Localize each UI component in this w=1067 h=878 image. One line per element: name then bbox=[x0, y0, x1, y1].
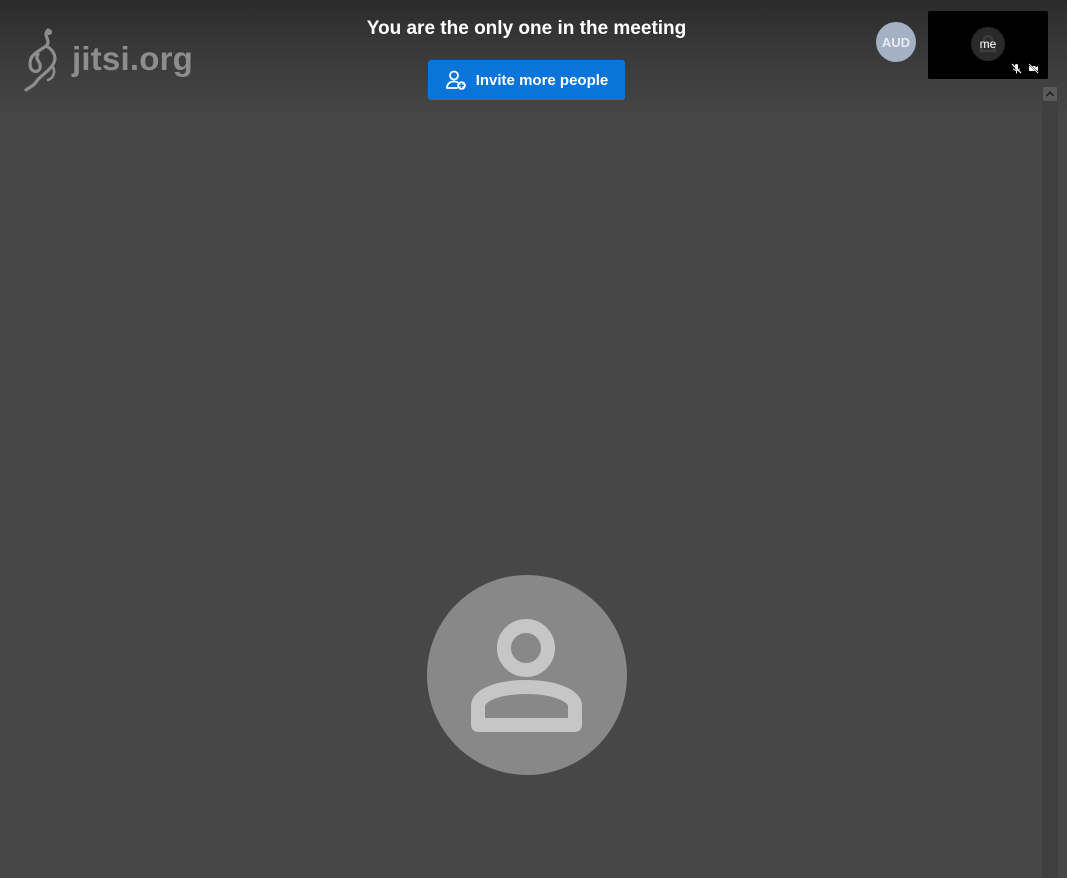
invite-more-people-button[interactable]: Invite more people bbox=[428, 60, 625, 100]
remote-participant-avatar[interactable]: AUD bbox=[876, 22, 916, 62]
scroll-up-arrow[interactable] bbox=[1043, 87, 1057, 101]
meeting-stage: jitsi.org You are the only one in the me… bbox=[0, 0, 1067, 878]
person-icon bbox=[471, 619, 582, 732]
local-video-tile[interactable]: me bbox=[928, 11, 1048, 79]
local-avatar: me bbox=[971, 27, 1005, 61]
mic-muted-icon bbox=[1011, 63, 1022, 74]
tile-status-indicators bbox=[1011, 63, 1039, 74]
avatar-initials: AUD bbox=[881, 34, 911, 50]
local-participant-label: me bbox=[979, 37, 997, 51]
main-participant-avatar bbox=[427, 575, 627, 775]
add-person-icon bbox=[445, 70, 466, 90]
camera-off-icon bbox=[1028, 63, 1039, 74]
filmstrip-scrollbar[interactable] bbox=[1042, 85, 1058, 878]
invite-button-label: Invite more people bbox=[475, 71, 609, 89]
chevron-up-icon bbox=[1046, 91, 1054, 97]
logo-text: jitsi.org bbox=[72, 40, 193, 77]
